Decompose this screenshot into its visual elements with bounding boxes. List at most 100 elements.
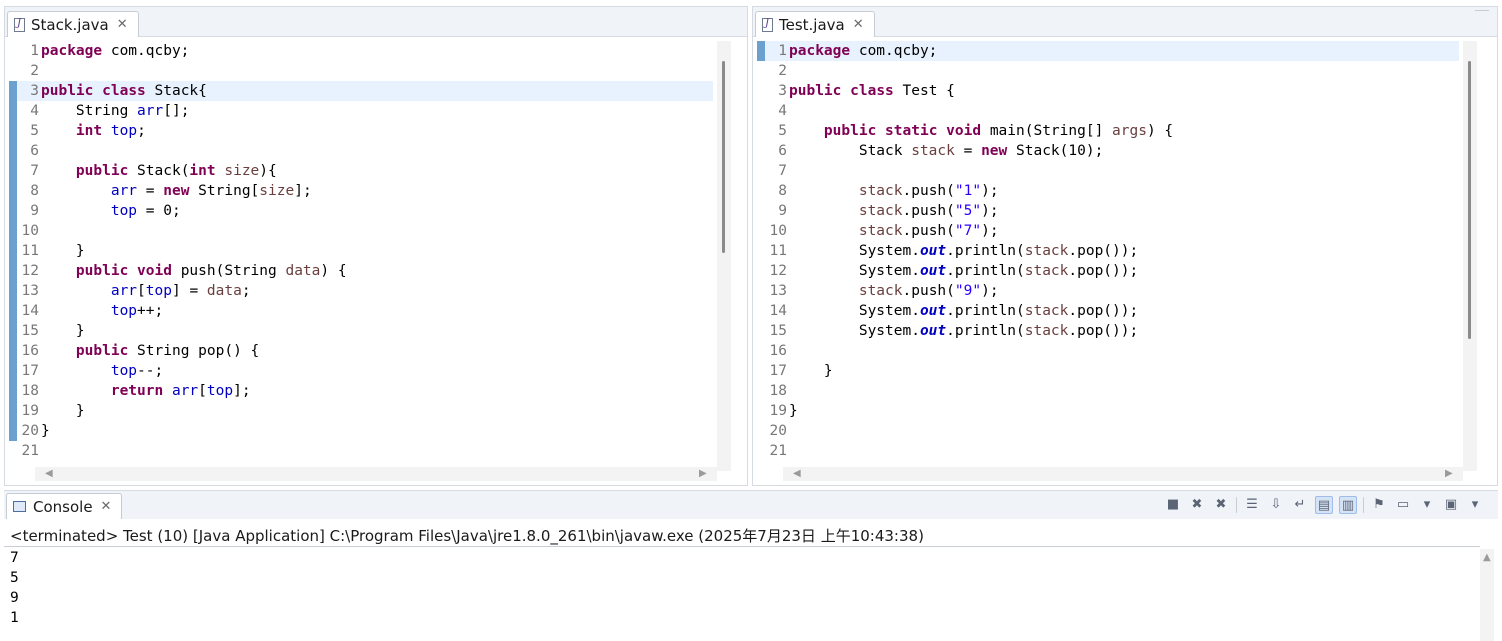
code-line[interactable]: 16 xyxy=(757,341,1459,361)
code-line[interactable]: 18 return arr[top]; xyxy=(9,381,713,401)
code-line[interactable]: 9 stack.push("5"); xyxy=(757,201,1459,221)
console-output[interactable]: 7 5 9 1 xyxy=(10,548,19,628)
code-line[interactable]: 7 xyxy=(757,161,1459,181)
code-line[interactable]: 6 xyxy=(9,141,713,161)
code-line[interactable]: 17 } xyxy=(757,361,1459,381)
vertical-scrollbar[interactable] xyxy=(1463,41,1477,471)
code-line[interactable]: 4 xyxy=(757,101,1459,121)
minimize-control[interactable] xyxy=(1475,7,1489,11)
change-marker xyxy=(9,161,17,181)
editor-tabbar: Stack.java ✕ xyxy=(5,7,747,37)
code-line[interactable]: 4 String arr[]; xyxy=(9,101,713,121)
code-line[interactable]: 10 xyxy=(9,221,713,241)
code-text: public void push(String data) { xyxy=(75,263,347,279)
code-text: } xyxy=(41,323,85,339)
code-line[interactable]: 16 public String pop() { xyxy=(9,341,713,361)
code-line[interactable]: 6 Stack stack = new Stack(10); xyxy=(757,141,1459,161)
code-line[interactable]: 17 top--; xyxy=(9,361,713,381)
code-line[interactable]: 7 public Stack(int size){ xyxy=(9,161,713,181)
code-line[interactable]: 9 top = 0; xyxy=(9,201,713,221)
code-line[interactable]: 11 System.out.println(stack.pop()); xyxy=(757,241,1459,261)
code-line[interactable]: 3 public class Stack{ xyxy=(9,81,713,101)
code-line[interactable]: 20 xyxy=(757,421,1459,441)
code-editor[interactable]: 1 package com.qcby; 2 3 public class Stack{4… xyxy=(9,41,713,461)
code-line[interactable]: 19 } xyxy=(9,401,713,421)
code-line[interactable]: 10 stack.push("7"); xyxy=(757,221,1459,241)
stop-icon[interactable]: ■ xyxy=(1164,496,1182,514)
horizontal-scrollbar[interactable]: ◀ ▶ xyxy=(783,467,1463,481)
code-line[interactable]: 15 } xyxy=(9,321,713,341)
code-line[interactable]: 8 stack.push("1"); xyxy=(757,181,1459,201)
code-text: } xyxy=(41,243,85,259)
change-marker xyxy=(9,261,17,281)
console-tabbar: Console ✕ ■ ✖ ✖ ☰ ⇩ ↵ ▤ ▥ ⚑ ▭ ▾ ▣ ▾ xyxy=(4,491,1498,519)
scroll-lock-icon[interactable]: ⇩ xyxy=(1267,496,1285,514)
code-line[interactable]: 1 package com.qcby; xyxy=(9,41,713,61)
close-icon[interactable]: ✕ xyxy=(853,17,864,32)
show-on-stderr-icon[interactable]: ▥ xyxy=(1339,496,1357,514)
change-marker xyxy=(9,121,17,141)
code-line[interactable]: 1 package com.qcby; xyxy=(757,41,1459,61)
close-icon[interactable]: ✕ xyxy=(117,17,128,32)
close-icon[interactable]: ✕ xyxy=(101,499,112,514)
line-number: 9 xyxy=(778,203,787,219)
code-line[interactable]: 18 xyxy=(757,381,1459,401)
code-line[interactable]: 2 xyxy=(9,61,713,81)
scroll-left-arrow-icon[interactable]: ◀ xyxy=(793,467,801,481)
vertical-scrollbar[interactable]: ▲ xyxy=(1480,549,1494,641)
vertical-scrollbar[interactable] xyxy=(717,41,731,471)
code-editor[interactable]: 1 package com.qcby; 2 3 public class Test {4… xyxy=(757,41,1459,461)
clear-console-icon[interactable]: ☰ xyxy=(1243,496,1261,514)
code-line[interactable]: 12 System.out.println(stack.pop()); xyxy=(757,261,1459,281)
scrollbar-thumb[interactable] xyxy=(1468,61,1471,339)
code-text: public Stack(int size){ xyxy=(75,163,277,179)
tab-label: Console xyxy=(33,497,93,516)
change-marker xyxy=(9,101,17,121)
code-text: public static void main(String[] args) { xyxy=(823,123,1174,139)
open-console-icon[interactable]: ▣ xyxy=(1442,496,1460,514)
pin-console-icon[interactable]: ⚑ xyxy=(1370,496,1388,514)
display-console-icon[interactable]: ▭ xyxy=(1394,496,1412,514)
code-line[interactable]: 3 public class Test { xyxy=(757,81,1459,101)
code-line[interactable]: 2 xyxy=(757,61,1459,81)
code-line[interactable]: 12 public void push(String data) { xyxy=(9,261,713,281)
code-line[interactable]: 21 xyxy=(9,441,713,461)
scrollbar-thumb[interactable] xyxy=(722,61,725,253)
open-console-dropdown-icon[interactable]: ▾ xyxy=(1466,496,1484,514)
code-line[interactable]: 5 public static void main(String[] args)… xyxy=(757,121,1459,141)
line-number: 7 xyxy=(778,163,787,179)
word-wrap-icon[interactable]: ↵ xyxy=(1291,496,1309,514)
code-line[interactable]: 13 arr[top] = data; xyxy=(9,281,713,301)
console-icon xyxy=(13,501,26,512)
code-line[interactable]: 11 } xyxy=(9,241,713,261)
tab-stack-java[interactable]: Stack.java ✕ xyxy=(7,11,139,37)
scroll-up-arrow-icon[interactable]: ▲ xyxy=(1483,551,1491,565)
code-line[interactable]: 15 System.out.println(stack.pop()); xyxy=(757,321,1459,341)
scroll-right-arrow-icon[interactable]: ▶ xyxy=(1445,467,1453,481)
code-text: Stack stack = new Stack(10); xyxy=(789,143,1104,159)
tab-test-java[interactable]: Test.java ✕ xyxy=(755,11,875,37)
remove-launch-icon[interactable]: ✖ xyxy=(1188,496,1206,514)
editor-tabbar: Test.java ✕ xyxy=(753,7,1497,37)
code-line[interactable]: 5 int top; xyxy=(9,121,713,141)
change-marker xyxy=(9,421,17,441)
code-line[interactable]: 14 top++; xyxy=(9,301,713,321)
code-text: public class Stack{ xyxy=(41,83,207,99)
horizontal-scrollbar[interactable]: ◀ ▶ xyxy=(35,467,717,481)
code-line[interactable]: 21 xyxy=(757,441,1459,461)
code-text: arr[top] = data; xyxy=(110,283,251,299)
code-line[interactable]: 8 arr = new String[size]; xyxy=(9,181,713,201)
show-on-stdout-icon[interactable]: ▤ xyxy=(1315,496,1333,514)
scroll-left-arrow-icon[interactable]: ◀ xyxy=(45,467,53,481)
change-marker xyxy=(757,41,765,61)
tab-console[interactable]: Console ✕ xyxy=(6,493,123,519)
code-line[interactable]: 13 stack.push("9"); xyxy=(757,281,1459,301)
remove-all-terminated-icon[interactable]: ✖ xyxy=(1212,496,1230,514)
code-line[interactable]: 14 System.out.println(stack.pop()); xyxy=(757,301,1459,321)
editor-pane-test: Test.java ✕ 1package com.qcby; 2 3public c… xyxy=(752,6,1498,486)
code-text: } xyxy=(789,363,833,379)
display-console-dropdown-icon[interactable]: ▾ xyxy=(1418,496,1436,514)
scroll-right-arrow-icon[interactable]: ▶ xyxy=(699,467,707,481)
code-line[interactable]: 19} xyxy=(757,401,1459,421)
code-line[interactable]: 20} xyxy=(9,421,713,441)
